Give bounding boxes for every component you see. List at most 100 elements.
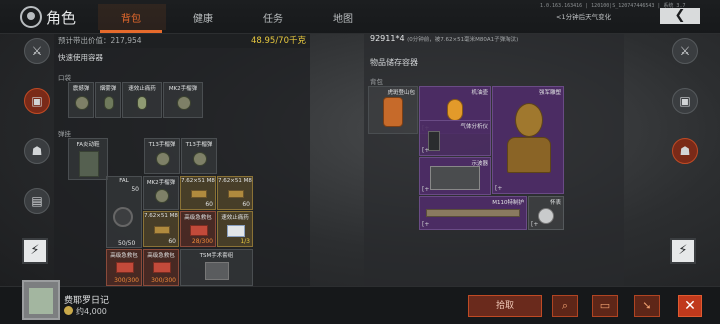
move-down-icon[interactable]: ➘ xyxy=(634,295,660,317)
grid-item-name: 高级急救包 xyxy=(184,215,212,221)
bag-label: 背包 xyxy=(370,78,383,86)
oscilloscope-icon xyxy=(430,166,480,190)
grid-item[interactable]: 高级急救包 300/300 xyxy=(106,249,142,286)
coin-icon xyxy=(64,306,73,315)
sculpture-head-icon xyxy=(515,103,543,137)
grid-item-name: T13手榴弹 xyxy=(148,142,176,148)
backpack-name: 虎斑登山包 xyxy=(387,90,415,96)
grid-item-name: FAL xyxy=(119,178,129,184)
painkiller-icon xyxy=(137,96,147,110)
armor-slot-icon[interactable]: ▣ xyxy=(24,88,50,114)
discard-icon[interactable]: ✕ xyxy=(678,295,702,317)
backpack-item[interactable]: 虎斑登山包 xyxy=(368,86,418,134)
grid-item[interactable]: 7.62×51 M80A1 60 xyxy=(217,176,253,210)
grid-item[interactable]: 7.62×51 M80A1 60 xyxy=(143,211,179,247)
pill-pack-icon xyxy=(227,225,245,237)
grid-item[interactable]: 高级急救包 300/300 xyxy=(143,249,179,286)
grid-item-name: 7.62×51 M80A1 xyxy=(218,178,252,184)
loot-item-name: 怀表 xyxy=(549,200,561,206)
grid-item[interactable]: T13手榴弹 xyxy=(144,138,180,174)
selected-item-price: 约4,000 xyxy=(76,307,107,316)
storage-title: 物品储存容器 xyxy=(370,58,418,67)
pocket-item-name: 速效止痛药 xyxy=(128,86,156,92)
pocket-slot[interactable]: 速效止痛药 xyxy=(122,82,162,118)
enemy-helmet-icon[interactable]: ☗ xyxy=(672,138,698,164)
grid-item-name: 速效止痛药 xyxy=(221,215,249,221)
medkit-icon xyxy=(153,262,171,273)
loot-item-name: 机油壶 xyxy=(471,90,488,96)
enemy-weapon-icon[interactable]: ⚔ xyxy=(672,38,698,64)
weight-readout: 48.95/70千克 xyxy=(250,36,306,46)
loot-item-name: 强军雕塑 xyxy=(538,90,561,96)
back-button[interactable]: ❮ xyxy=(660,8,700,24)
grid-item[interactable]: MK2手榴弹 xyxy=(143,176,179,210)
loot-item[interactable]: 强军雕塑 [+ xyxy=(492,86,564,194)
grid-item-name: 高级急救包 xyxy=(147,253,175,259)
tab-map[interactable]: 地图 xyxy=(314,10,372,25)
ammo-icon xyxy=(191,190,207,198)
item-tag-icon: [+ xyxy=(495,185,503,192)
pocket-slot[interactable]: 震撼弹 xyxy=(68,82,94,118)
helmet-slot-icon[interactable]: ☗ xyxy=(24,138,50,164)
medkit-icon xyxy=(116,262,134,273)
grid-item[interactable]: 7.62×51 M80A1 60 xyxy=(180,176,216,210)
pocket-slot[interactable]: 烟雾弹 xyxy=(95,82,121,118)
quick-use-title: 快速使用容器 xyxy=(58,53,103,62)
flashbang-icon xyxy=(75,96,89,110)
backpack-slot-icon[interactable]: ▤ xyxy=(24,188,50,214)
drum-magazine-icon xyxy=(113,207,133,227)
grid-item-count: 60 xyxy=(168,238,176,245)
gas-analyzer-icon xyxy=(428,131,440,151)
sling-label: 弹挂 xyxy=(58,130,71,138)
loot-item[interactable]: 怀表 [+ xyxy=(528,196,564,230)
loot-item[interactable]: 示波器 [+ xyxy=(419,157,491,195)
pocket-label: 口袋 xyxy=(58,74,71,82)
item-tag-icon: [+ xyxy=(422,186,430,193)
loot-item[interactable]: M110特制护 [+ xyxy=(419,196,527,230)
search-icon[interactable]: ⌕ xyxy=(552,295,578,317)
tab-tasks[interactable]: 任务 xyxy=(244,10,302,25)
rail-handguard-icon xyxy=(426,209,520,217)
medkit-icon xyxy=(190,225,208,236)
fal-mag-count: 50/50 xyxy=(118,240,136,247)
grenade-icon xyxy=(156,152,170,166)
grid-item[interactable]: 高级急救包 28/300 xyxy=(180,211,216,247)
item-tag-icon: [+ xyxy=(422,147,430,154)
enemy-armor-icon[interactable]: ▣ xyxy=(672,88,698,114)
loot-item[interactable]: 气体分析仪 [+ xyxy=(419,120,491,156)
oil-can-icon xyxy=(447,99,463,121)
item-tag-icon: [+ xyxy=(531,221,539,228)
sculpture-bust-icon xyxy=(507,137,551,173)
grid-item-count: 50 xyxy=(131,186,139,193)
grid-item[interactable]: FAL 50 xyxy=(106,176,142,248)
grid-item-name: TSM手术套组 xyxy=(199,253,234,259)
carry-value: 217,954 xyxy=(110,36,142,45)
grenade-icon xyxy=(155,189,169,203)
pickup-button[interactable]: 拾取 xyxy=(468,295,542,317)
quick-equip-icon[interactable]: ⚡ xyxy=(22,238,48,264)
grid-item-name: 7.62×51 M80A1 xyxy=(144,213,178,219)
tab-health[interactable]: 健康 xyxy=(174,10,232,25)
vest-name: FA炎动鞋 xyxy=(76,142,100,148)
grid-item[interactable]: T13手榴弹 xyxy=(181,138,217,174)
frag-grenade-icon xyxy=(177,96,191,110)
grid-item-name: MK2手榴弹 xyxy=(146,180,176,186)
grid-item[interactable]: 速效止痛药 1/3 xyxy=(217,211,253,247)
tab-backpack[interactable]: 背包 xyxy=(102,10,160,25)
selected-item-thumbnail[interactable] xyxy=(22,280,60,320)
store-icon[interactable]: ▭ xyxy=(592,295,618,317)
pocket-slot[interactable]: MK2手榴弹 xyxy=(163,82,203,118)
vest-slot[interactable]: FA炎动鞋 xyxy=(68,138,108,180)
character-logo-icon xyxy=(20,6,42,28)
loot-note: (0分钟前，被7.62×51毫米M80A1子弹淘汰) xyxy=(407,37,519,43)
weapon-slot-icon[interactable]: ⚔ xyxy=(24,38,50,64)
smoke-grenade-icon xyxy=(104,96,114,110)
item-tag-icon: [+ xyxy=(422,221,430,228)
enemy-quick-equip-icon[interactable]: ⚡ xyxy=(670,238,696,264)
grid-item-count: 1/3 xyxy=(240,238,250,245)
selected-item-name: 费耶罗日记 xyxy=(64,296,110,306)
grenade-icon xyxy=(193,152,207,166)
carry-value-row: 预计带出价值：217,954 48.95/70千克 xyxy=(56,34,310,48)
grid-item[interactable]: TSM手术套组 xyxy=(180,249,253,286)
grid-item-name: 高级急救包 xyxy=(110,253,138,259)
